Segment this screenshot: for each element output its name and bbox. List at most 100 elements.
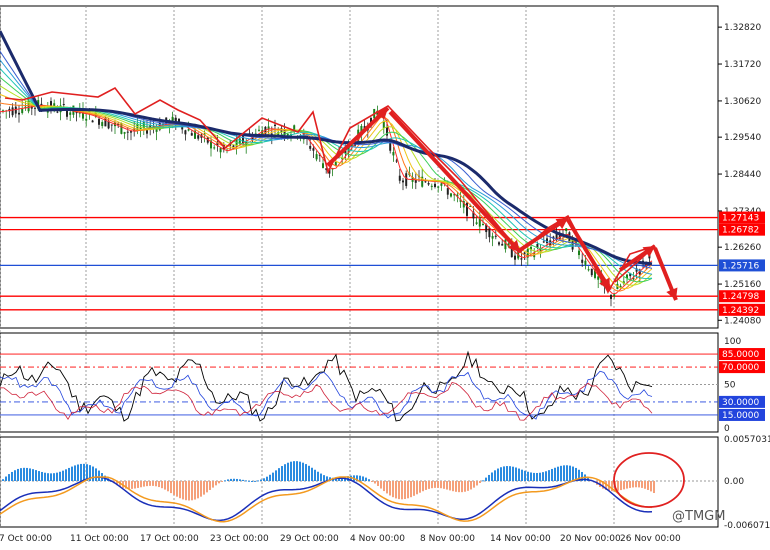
macd-bar [557, 466, 559, 481]
y-tick-label: 1.31720 [724, 60, 761, 70]
candle-body [565, 228, 568, 231]
macd-bar [197, 481, 199, 499]
macd-bar [59, 471, 61, 481]
macd-bar [224, 480, 226, 482]
macd-bar [227, 479, 229, 481]
macd-bar [404, 481, 406, 500]
candle-body [213, 147, 216, 149]
macd-bar [203, 481, 205, 495]
macd-bar [506, 466, 508, 481]
candle-body [184, 130, 187, 135]
macd-bar [92, 466, 94, 481]
macd-bar [569, 465, 571, 481]
macd-bar [320, 473, 322, 481]
x-tick-label: 7 Oct 00:00 [0, 534, 52, 544]
macd-bar [191, 481, 193, 501]
macd-bar [200, 481, 202, 497]
candle-body [581, 259, 584, 263]
macd-bar [533, 472, 535, 481]
candle-body [395, 160, 398, 162]
candle-body [219, 148, 222, 153]
macd-bar [74, 465, 76, 481]
macd-bar [443, 481, 445, 489]
x-tick-label: 14 Nov 00:00 [490, 534, 551, 544]
x-tick-label: 17 Oct 00:00 [140, 534, 199, 544]
macd-bar [401, 481, 403, 500]
macd-bar [464, 481, 466, 492]
macd-bar [641, 481, 643, 488]
macd-bar [182, 481, 184, 500]
macd-bar [23, 467, 25, 481]
macd-bar [134, 481, 136, 489]
x-tick-label: 20 Nov 00:00 [560, 534, 621, 544]
macd-bar [137, 481, 139, 488]
candle-body [11, 107, 14, 116]
macd-y-tick: 0.00 [724, 477, 744, 487]
candle-body [494, 235, 497, 237]
macd-bar [209, 481, 211, 490]
macd-bar [542, 472, 544, 481]
candle-body [446, 188, 449, 195]
candle-body [274, 124, 276, 127]
macd-bar [14, 470, 16, 481]
macd-bar [437, 481, 439, 488]
candle-body [91, 120, 94, 123]
macd-bar [311, 467, 313, 481]
macd-bar [83, 463, 85, 481]
macd-bar [527, 471, 529, 481]
macd-bar [566, 465, 568, 481]
macd-bar [8, 474, 10, 481]
macd-bar [302, 462, 304, 481]
y-tick-label: 1.32820 [724, 23, 761, 33]
macd-bar [32, 469, 34, 481]
x-tick-label: 11 Oct 00:00 [70, 534, 129, 544]
candle-body [309, 145, 312, 149]
candle-body [450, 193, 452, 197]
macd-bar [35, 470, 37, 481]
macd-bar [419, 481, 421, 493]
macd-bar [152, 481, 154, 486]
macd-bar [458, 481, 460, 493]
macd-bar [77, 464, 79, 481]
price-label: 1.25716 [722, 261, 759, 271]
macd-bar [275, 470, 277, 481]
macd-bar [185, 481, 187, 501]
candle-body [613, 294, 616, 296]
candle-body [466, 202, 468, 216]
macd-bar [143, 481, 145, 487]
macd-bar [278, 468, 280, 481]
macd-bar [194, 481, 196, 500]
candle-body [130, 131, 132, 133]
osc-level-label: 15.0000 [722, 411, 759, 421]
candle-body [402, 180, 404, 183]
macd-bar [362, 476, 364, 481]
y-tick-label: 1.30620 [724, 97, 761, 107]
macd-bar [233, 478, 235, 481]
macd-bar [530, 472, 532, 481]
macd-bar [179, 481, 181, 499]
macd-bar [572, 466, 574, 481]
macd-bar [440, 481, 442, 489]
macd-bar [56, 472, 58, 481]
candle-body [197, 135, 200, 139]
macd-bar [323, 475, 325, 481]
macd-bar [452, 481, 454, 492]
candle-body [491, 236, 494, 239]
macd-bar [446, 481, 448, 490]
macd-bar [206, 481, 208, 493]
macd-bar [5, 476, 7, 481]
price-label: 1.26782 [722, 226, 759, 236]
macd-bar [380, 481, 382, 489]
macd-bar [563, 465, 565, 481]
macd-bar [647, 481, 649, 490]
macd-bar [260, 479, 262, 481]
macd-bar [485, 477, 487, 481]
macd-bar [398, 481, 400, 500]
macd-bar [389, 481, 391, 496]
macd-bar [617, 481, 619, 491]
macd-bar [632, 481, 634, 488]
macd-bar [170, 481, 172, 494]
macd-bar [377, 481, 379, 486]
macd-bar [515, 467, 517, 481]
macd-bar [407, 481, 409, 499]
